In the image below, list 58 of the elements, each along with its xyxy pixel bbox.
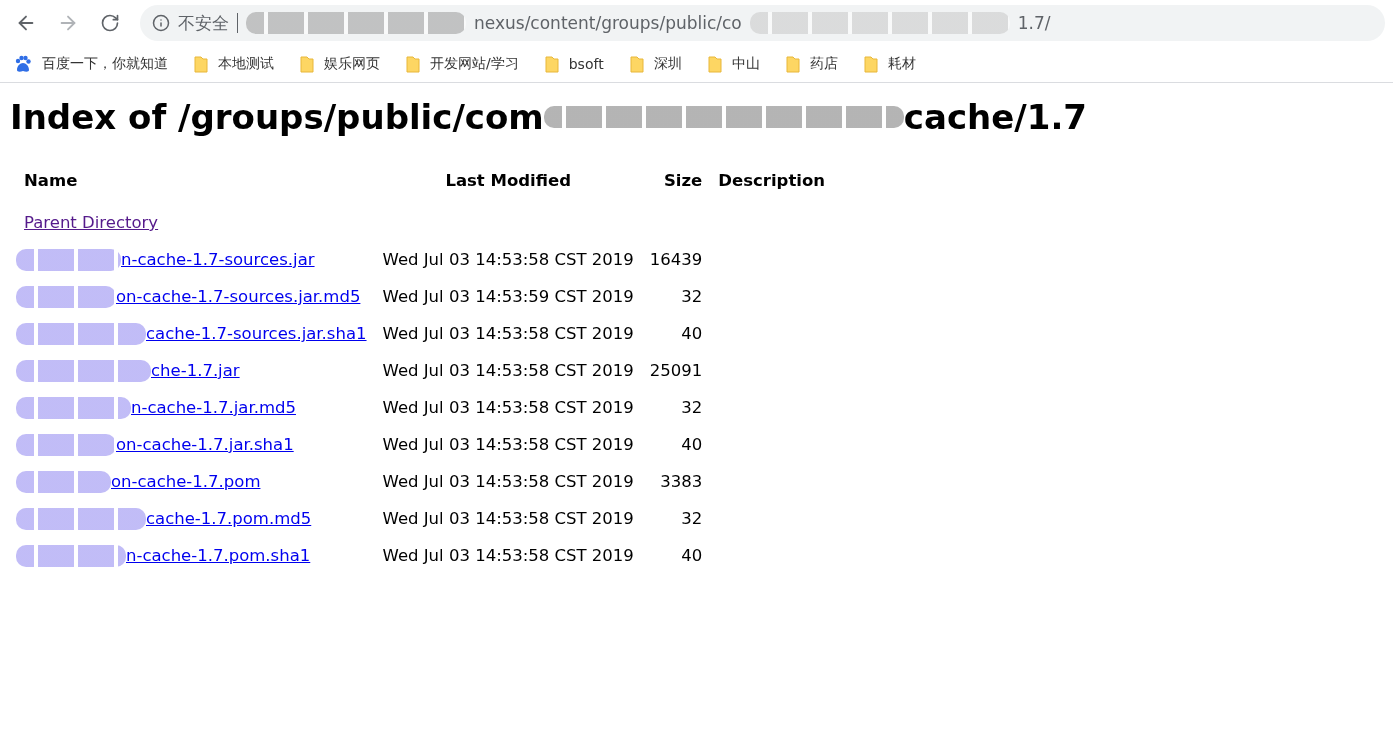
modified-cell-text: Wed Jul 03 14:53:58 CST 2019 — [381, 471, 635, 493]
reload-icon — [100, 13, 120, 33]
info-icon — [152, 14, 170, 32]
modified-cell-text: Wed Jul 03 14:53:58 CST 2019 — [381, 360, 635, 382]
size-cell-text: 32 — [680, 286, 704, 308]
size-cell-text: 40 — [680, 434, 704, 456]
size-cell-text: 3383 — [659, 471, 704, 493]
modified-cell-text: Wed Jul 03 14:53:58 CST 2019 — [381, 323, 635, 345]
size-cell-text: 32 — [680, 508, 704, 530]
size-cell-text: 32 — [680, 397, 704, 419]
modified-cell-text: Wed Jul 03 14:53:58 CST 2019 — [381, 249, 635, 271]
file-link[interactable]: n-cache-1.7-sources.jar — [121, 250, 315, 269]
file-link[interactable]: cache-1.7-sources.jar.sha1 — [146, 324, 367, 343]
folder-icon — [785, 55, 800, 73]
modified-cell-text: Wed Jul 03 14:53:58 CST 2019 — [381, 434, 635, 456]
folder-icon — [629, 55, 644, 73]
bookmark-item[interactable]: 耗材 — [863, 55, 916, 73]
bookmark-item[interactable]: bsoft — [544, 55, 604, 73]
page-title: Index of /groups/public/com — [10, 97, 544, 137]
column-header: Description — [717, 171, 827, 192]
file-link[interactable]: cache-1.7.pom.md5 — [146, 509, 312, 528]
folder-icon — [194, 55, 208, 73]
size-cell-text: 40 — [680, 323, 704, 345]
bookmark-item[interactable]: 百度一下，你就知道 — [14, 55, 168, 73]
page-title: cache/1.7 — [903, 97, 1087, 137]
file-link[interactable]: on-cache-1.7-sources.jar.md5 — [116, 287, 361, 306]
security-label: 不安全 — [178, 11, 229, 35]
modified-cell-text: Wed Jul 03 14:53:58 CST 2019 — [381, 545, 635, 567]
url-text: nexus/content/groups/public/co — [474, 13, 742, 33]
file-link[interactable]: n-cache-1.7.jar.md5 — [131, 398, 296, 417]
modified-cell-text: Wed Jul 03 14:53:59 CST 2019 — [381, 286, 635, 308]
bookmark-item[interactable]: 开发网站/学习 — [406, 55, 519, 73]
modified-cell-text: Wed Jul 03 14:53:58 CST 2019 — [381, 508, 635, 530]
column-header: Name — [23, 171, 79, 192]
bookmark-item[interactable]: 深圳 — [629, 55, 682, 73]
parent-directory-link[interactable]: Parent Directory — [24, 213, 159, 232]
column-header: Size — [662, 171, 704, 192]
column-header: Last Modified — [444, 171, 572, 192]
modified-cell-text: Wed Jul 03 14:53:58 CST 2019 — [381, 397, 635, 419]
size-cell-text: 25091 — [648, 360, 704, 382]
url-text: 1.7/ — [1017, 13, 1051, 33]
file-link[interactable]: che-1.7.jar — [151, 361, 240, 380]
folder-icon — [544, 55, 559, 73]
address-bar[interactable]: 不安全 nexus/content/groups/public/co 1.7/ — [140, 5, 1385, 41]
file-link[interactable]: on-cache-1.7.jar.sha1 — [116, 435, 294, 454]
file-link[interactable]: on-cache-1.7.pom — [111, 472, 261, 491]
bookmark-item[interactable]: 本地测试 — [194, 55, 274, 73]
folder-icon — [707, 55, 722, 73]
folder-icon — [406, 55, 420, 73]
size-cell-text: 40 — [680, 545, 704, 567]
folder-icon — [300, 55, 314, 73]
size-cell-text: 16439 — [648, 249, 704, 271]
bookmark-item[interactable]: 中山 — [707, 55, 760, 73]
folder-icon — [863, 55, 878, 73]
bookmark-item[interactable]: 药店 — [785, 55, 838, 73]
bookmark-item[interactable]: 娱乐网页 — [300, 55, 380, 73]
paw-icon — [14, 55, 32, 73]
file-link[interactable]: n-cache-1.7.pom.sha1 — [126, 546, 311, 565]
